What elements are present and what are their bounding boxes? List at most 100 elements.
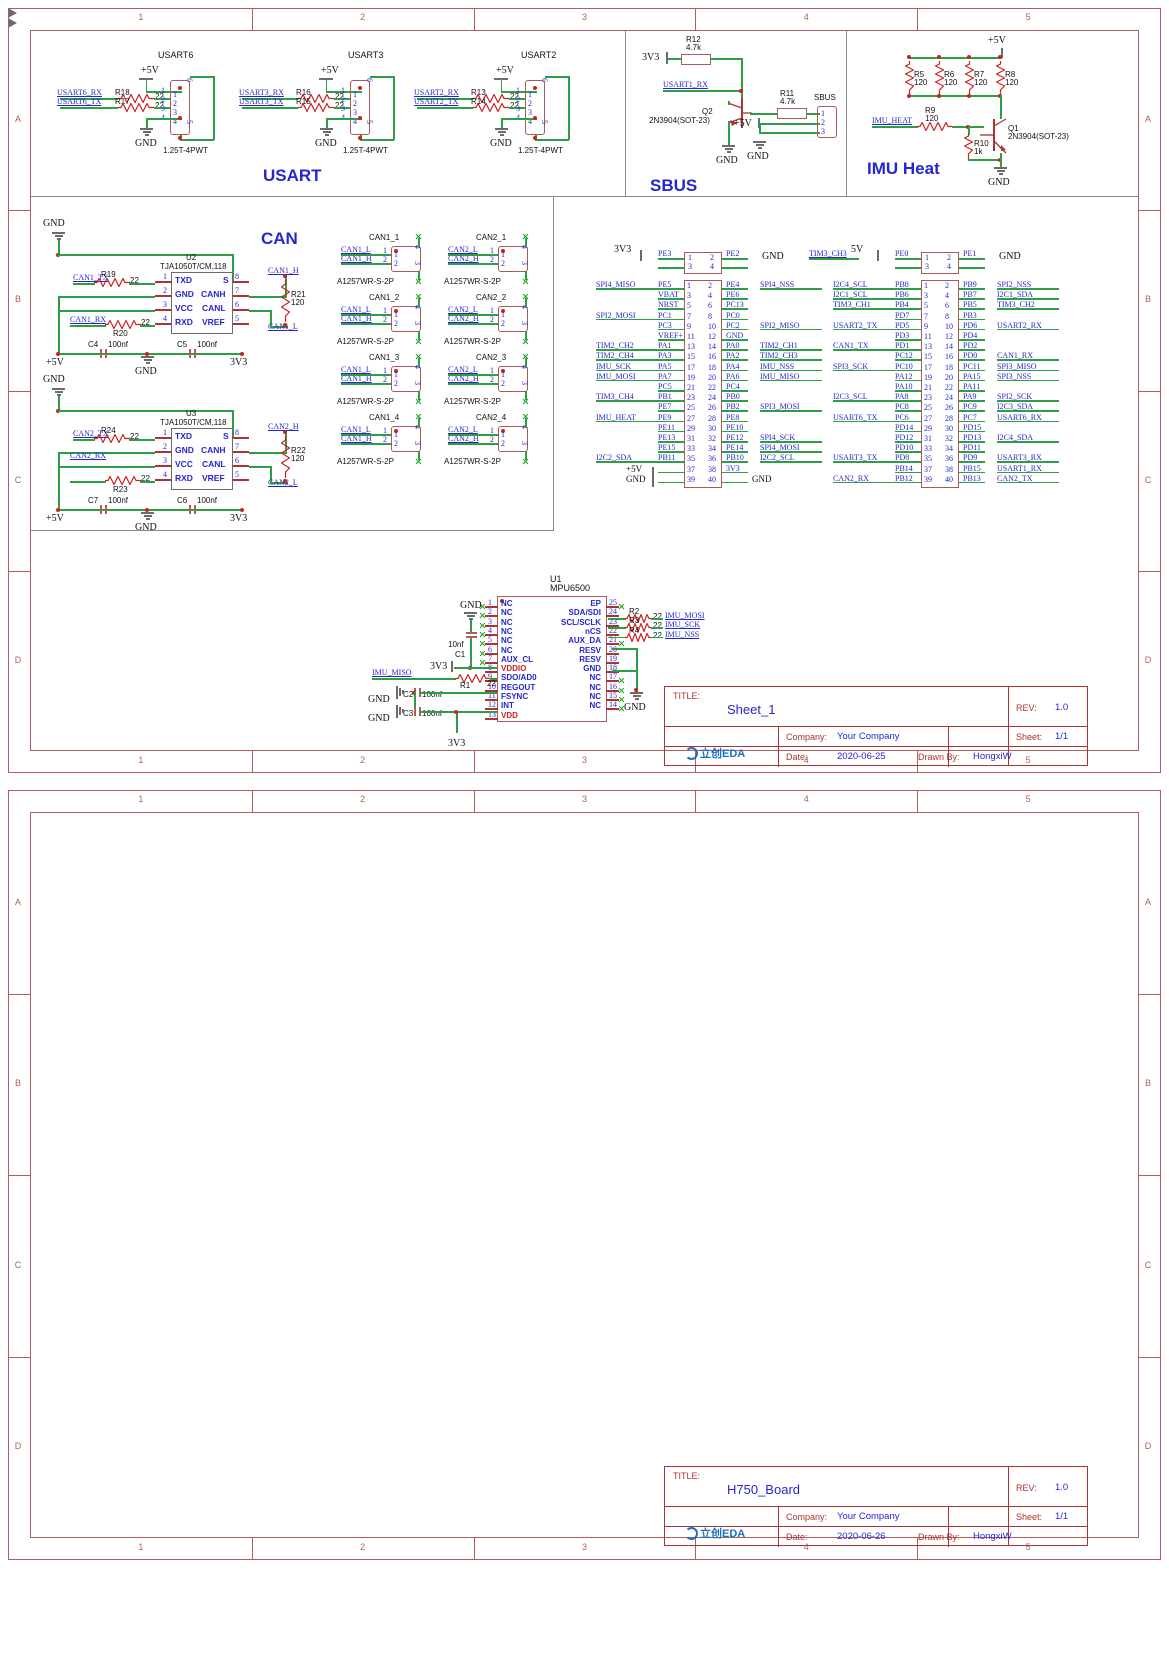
usart6-tx-net: USART6_TX: [57, 97, 102, 106]
usart3-tx-resistor[interactable]: [298, 103, 334, 112]
u3-tx-res-ref: R24: [101, 426, 116, 435]
u3-c7-ref: C7: [88, 496, 99, 505]
hdrL-pinname-r-6: PC13: [726, 300, 744, 310]
usart6-tx-resistor[interactable]: [118, 103, 154, 112]
no-connect-icon: [415, 353, 422, 360]
hdrL-pinname-l-1: PE5: [658, 280, 672, 289]
imuheat-r6[interactable]: [934, 61, 945, 95]
u3-termination-resistor[interactable]: [280, 436, 291, 478]
hdrL-pinname-r-24: PB0: [726, 392, 740, 402]
hdrR-pinnum-r-16: 16: [945, 352, 953, 362]
imuheat-r8[interactable]: [995, 61, 1006, 95]
hdrL-pinnum-r-10: 10: [708, 321, 716, 331]
tb1-rev-value[interactable]: 1.0: [1055, 702, 1068, 713]
ruler-row-left-D: D: [14, 654, 22, 665]
imu-c1-ref: C1: [455, 650, 466, 659]
imuheat-gnd-label: GND: [988, 177, 1010, 188]
tb1-drawn-value[interactable]: HongxiW: [973, 751, 1012, 762]
ruler-col-bottom-1: 1: [138, 1542, 144, 1552]
imu-pinname-20: RESV: [579, 645, 601, 655]
u2-rx-resistor[interactable]: [105, 320, 141, 329]
imuheat-r9[interactable]: [917, 122, 953, 131]
hdrL-top-left-rail: 3V3: [614, 244, 632, 255]
sbus-connector-body[interactable]: [817, 106, 837, 138]
hdrR-pinname-l-3: PB6: [895, 290, 909, 300]
can-conn-ref-CAN1_2: CAN1_2: [369, 293, 400, 302]
tb2-rev-value[interactable]: 1.0: [1055, 1482, 1068, 1493]
tb2-drawn-value[interactable]: HongxiW: [973, 1531, 1012, 1542]
tb2-sheet-value[interactable]: 1/1: [1055, 1511, 1068, 1522]
no-connect-icon: [618, 677, 625, 684]
tb1-sheet-value[interactable]: 1/1: [1055, 731, 1068, 742]
hdrL-pinnum-l-7: 7: [687, 311, 691, 321]
hdrR-pinnum-l-27: 27: [924, 413, 932, 423]
imu-pinname-1: NC: [501, 599, 513, 608]
easyeda-logo: 立创EDA: [685, 745, 745, 761]
u3-rx-resistor[interactable]: [105, 476, 141, 485]
u2-termination-resistor[interactable]: [280, 280, 291, 322]
u2-tx-resistor[interactable]: [94, 278, 130, 287]
ruler-row-left-A: A: [14, 114, 21, 125]
tb1-title-value[interactable]: Sheet_1: [727, 702, 775, 717]
hdrR-top-leftpin: PE0: [895, 249, 909, 258]
sbus-q2-gnd: [722, 145, 735, 154]
can-conn-ref-CAN1_1: CAN1_1: [369, 233, 400, 242]
hdrL-pinnum-r-34: 34: [708, 444, 716, 454]
usart6-rx-net: USART6_RX: [57, 88, 102, 97]
tb1-date-value[interactable]: 2020-06-25: [837, 751, 886, 762]
can-conn-ref-CAN1_4: CAN1_4: [369, 413, 400, 422]
hdrR-pinname-l-1: PB8: [895, 280, 909, 289]
hdrR-pinname-r-14: PD2: [963, 341, 978, 351]
hdrR-pinname-r-34: PD11: [963, 443, 981, 453]
hdrL-pinnum-r-14: 14: [708, 342, 716, 352]
imu-gnd-top-label: GND: [460, 600, 482, 611]
ruler-col-divider: [473, 1538, 475, 1560]
can-conn-ref-CAN1_3: CAN1_3: [369, 353, 400, 362]
schematic-sheet-2: 1122334455AABBCCDD TITLE: H750_Board REV…: [8, 790, 1161, 1560]
tb1-company-value[interactable]: Your Company: [837, 731, 900, 742]
hdrR-pinnum-l-19: 19: [924, 372, 932, 382]
hdrL-pinnum-l-5: 5: [687, 301, 691, 311]
ruler-row-divider: [8, 1175, 30, 1176]
hdrL-pinnum-l-9: 9: [687, 321, 691, 331]
usart2-rx-net: USART2_RX: [414, 88, 459, 97]
can-conn-footprint-CAN1_2: A1257WR-S-2P: [337, 337, 394, 346]
imu-pinname-22: nCS: [585, 626, 601, 636]
sbus-connector-ref: SBUS: [814, 93, 836, 102]
usart2-tx-resistor[interactable]: [473, 103, 509, 112]
imu-pinname-7: AUX_CL: [501, 654, 534, 664]
easyeda-logo-text: 立创EDA: [700, 748, 746, 760]
hdrR-pinnum-r-36: 36: [945, 454, 953, 464]
can-conn-footprint-CAN2_4: A1257WR-S-2P: [444, 457, 501, 466]
u3-c6[interactable]: [189, 505, 196, 514]
usart2-footprint: 1.25T-4PWT: [518, 146, 563, 155]
imuheat-r5[interactable]: [904, 61, 915, 95]
can-conn-net1-CAN2_3: CAN2_L: [448, 365, 478, 374]
imuheat-r10[interactable]: [963, 134, 974, 160]
hdrR-top-right-rail: GND: [999, 251, 1021, 262]
sbus-r11-body[interactable]: [777, 108, 807, 119]
imu-pinname-5: NC: [501, 636, 513, 646]
tb1-sheet-label: Sheet:: [1016, 732, 1043, 742]
u3-c6-ref: C6: [177, 496, 188, 505]
hdrL-pinnum-r-22: 22: [708, 383, 716, 392]
hdrL-pinname-r-8: PC0: [726, 310, 740, 320]
can-conn-pinnum-1-CAN1_3: 1: [383, 366, 387, 375]
usart3-power-label: +5V: [321, 65, 339, 76]
tb2-company-value[interactable]: Your Company: [837, 1511, 900, 1522]
imuheat-r7[interactable]: [964, 61, 975, 95]
hdrR-pinnum-r-30: 30: [945, 423, 953, 433]
tb2-title-value[interactable]: H750_Board: [727, 1482, 800, 1497]
hdrR-pinnum-r-38: 38: [945, 464, 953, 474]
u3-c7[interactable]: [100, 505, 107, 514]
u3-tx-resistor[interactable]: [94, 434, 130, 443]
tb2-date-value[interactable]: 2020-06-26: [837, 1531, 886, 1542]
ruler-row-left-C: C: [14, 474, 22, 485]
ruler-col-divider: [917, 8, 919, 30]
ruler-row-left-D: D: [14, 1441, 22, 1452]
easyeda-logo-text-2: 立创EDA: [700, 1528, 746, 1540]
sbus-r12-body[interactable]: [681, 54, 711, 65]
ruler-col-top-2: 2: [360, 794, 366, 804]
u2-c4[interactable]: [100, 349, 107, 358]
u2-c5[interactable]: [189, 349, 196, 358]
